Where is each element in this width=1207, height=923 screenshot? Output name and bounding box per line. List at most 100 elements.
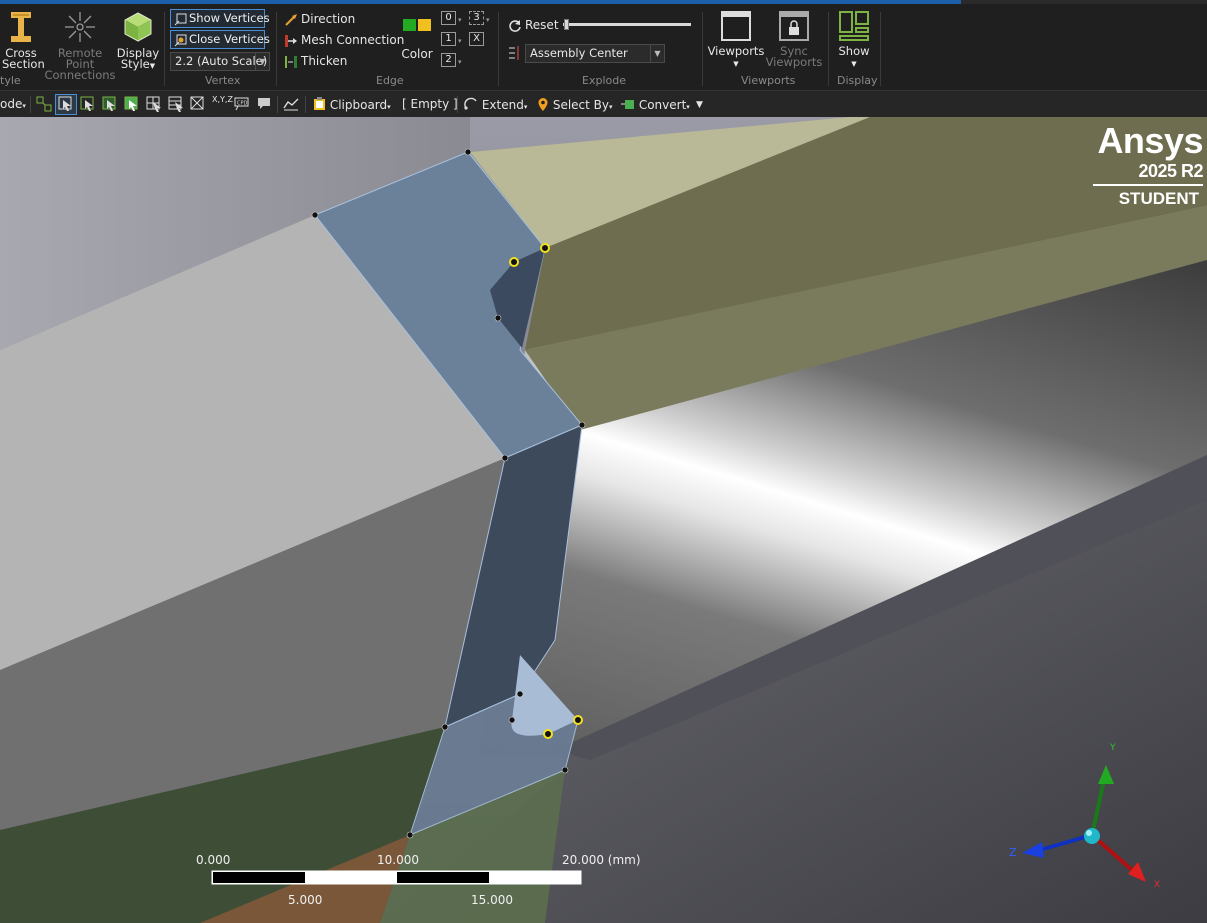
group-divider: [880, 12, 881, 86]
cross-section-button[interactable]: Cross Section: [2, 10, 45, 70]
chevron-down-icon: ▼: [255, 53, 269, 70]
clipboard-dropdown[interactable]: Clipboard▾: [313, 97, 391, 112]
scale-label-20: 20.000 (mm): [562, 853, 641, 867]
comment-icon[interactable]: [256, 96, 272, 112]
show-vertices-toggle[interactable]: Show Vertices: [170, 9, 270, 28]
vertex-scale-dropdown[interactable]: 2.2 (Auto Scale) ▼: [170, 52, 270, 71]
toolbar-divider: [457, 96, 458, 113]
triad-z-label: Z: [1009, 846, 1017, 859]
chevron-down-icon: ▾: [458, 58, 462, 66]
label-icon[interactable]: CPD: [234, 96, 250, 112]
clipboard-empty-indicator: [ Empty ]: [402, 97, 458, 111]
select-node-icon[interactable]: [168, 96, 184, 112]
explode-slider[interactable]: [563, 19, 691, 30]
triad-x-label: X: [1154, 880, 1161, 890]
color-button[interactable]: Color: [400, 18, 434, 68]
mesh-connection-button[interactable]: Mesh Connection: [284, 33, 404, 48]
chart-icon[interactable]: [283, 96, 299, 112]
select-point-icon[interactable]: [58, 96, 74, 112]
show-label: Show: [838, 44, 870, 58]
close-vertices-icon: [174, 34, 187, 47]
chevron-down-icon: ▼: [149, 62, 156, 70]
ribbon: Cross Section Remote Point Connections D…: [0, 4, 1207, 90]
extend-label: Extend: [481, 98, 524, 112]
edge-filter-3-button[interactable]: 3: [469, 11, 484, 25]
convert-icon: [621, 100, 634, 109]
chevron-down-icon: ▾: [458, 16, 462, 24]
viewports-button[interactable]: Viewports ▼: [706, 10, 766, 70]
select-body-icon[interactable]: [124, 96, 140, 112]
select-face-icon[interactable]: [102, 96, 118, 112]
sync-viewports-button[interactable]: Sync Viewports: [764, 10, 824, 68]
viewports-group-label: Viewports: [741, 74, 796, 87]
mesh-connection-label: Mesh Connection: [301, 33, 405, 47]
triad-y-label: Y: [1110, 743, 1116, 753]
vertex-square-icon: [174, 13, 187, 26]
ansys-brand: Ansys: [1097, 120, 1203, 161]
display-group-label: Display: [837, 74, 878, 87]
clipboard-label: Clipboard: [329, 98, 388, 112]
direction-button[interactable]: Direction: [284, 12, 355, 27]
scale-label-0: 0.000: [196, 853, 231, 867]
ansys-version: 2025 R2: [1138, 161, 1203, 181]
toolbar-divider: [305, 96, 306, 113]
extend-dropdown[interactable]: Extend▾: [464, 97, 527, 112]
coordinate-readout-toggle[interactable]: X,Y,Z: [212, 95, 233, 104]
select-by-dropdown[interactable]: Select By▾: [537, 97, 613, 112]
convert-dropdown[interactable]: Convert▾: [621, 97, 690, 112]
display-style-cube-icon: [124, 12, 152, 42]
group-divider: [828, 12, 829, 86]
explode-reset-button[interactable]: Reset: [508, 18, 559, 33]
select-by-label: Select By: [552, 98, 609, 112]
cross-section-icon: [11, 12, 31, 42]
edge-filter-2-button[interactable]: 2: [441, 53, 456, 67]
model-geometry[interactable]: [0, 117, 1207, 923]
mode-dropdown[interactable]: ode▾: [0, 97, 26, 111]
selection-toolbar: ode▾ X,Y,Z CPD Clipboard▾ [ Empty ] Exte…: [0, 90, 1207, 117]
extend-icon: [464, 97, 477, 110]
scale-bar: [211, 870, 582, 885]
scale-label-10: 10.000: [377, 853, 419, 867]
explode-center-icon: [509, 46, 519, 60]
color-label: Color: [401, 47, 433, 61]
toolbar-overflow-button[interactable]: ▼: [696, 100, 703, 110]
close-vertices-toggle[interactable]: Close Vertices: [170, 30, 270, 49]
display-style-button[interactable]: Display Style▼: [116, 10, 160, 72]
explode-center-value: Assembly Center: [530, 46, 628, 60]
edge-group-label: Edge: [376, 74, 404, 87]
remote-point-connections-button[interactable]: Remote Point Connections: [44, 10, 116, 81]
close-vertices-label: Close Vertices: [189, 32, 270, 46]
thicken-button[interactable]: Thicken: [284, 54, 347, 69]
explode-center-dropdown[interactable]: Assembly Center ▼: [525, 44, 665, 63]
thicken-icon: [285, 55, 297, 68]
reset-icon: [509, 19, 521, 32]
ansys-logo: Ansys 2025 R2 STUDENT: [1093, 120, 1204, 208]
select-mesh-icon[interactable]: [190, 96, 206, 112]
select-edge-icon[interactable]: [80, 96, 96, 112]
select-filter-icon[interactable]: [36, 96, 52, 112]
toolbar-divider: [277, 96, 278, 113]
select-element-icon[interactable]: [146, 96, 162, 112]
edge-filter-x-button[interactable]: X: [469, 32, 484, 46]
reset-label: Reset: [525, 18, 559, 32]
chevron-down-icon: ▼: [851, 60, 857, 68]
cross-section-label-2: Section: [2, 57, 45, 71]
mode-label: ode: [0, 97, 23, 111]
remote-point-label-2: Connections: [44, 68, 116, 82]
show-button[interactable]: Show ▼: [834, 10, 874, 70]
graphics-viewport[interactable]: 0.000 10.000 20.000 (mm) 5.000 15.000 Y …: [0, 117, 1207, 923]
color-swatch-icon: [403, 19, 431, 31]
vertex-scale-value: 2.2 (Auto Scale): [175, 54, 268, 68]
direction-label: Direction: [301, 12, 356, 26]
group-divider: [702, 12, 703, 86]
edge-filter-0-button[interactable]: 0: [441, 11, 456, 25]
chevron-down-icon: ▾: [486, 16, 490, 24]
viewport-window-icon: [721, 11, 751, 41]
edge-filter-1-button[interactable]: 1: [441, 32, 456, 46]
sync-label-2: Viewports: [765, 55, 823, 69]
show-vertices-label: Show Vertices: [189, 11, 270, 25]
chevron-down-icon: ▼: [650, 45, 664, 62]
ansys-edition: STUDENT: [1118, 189, 1199, 208]
remote-point-icon: [65, 12, 95, 42]
explode-slider-thumb[interactable]: [564, 19, 569, 30]
